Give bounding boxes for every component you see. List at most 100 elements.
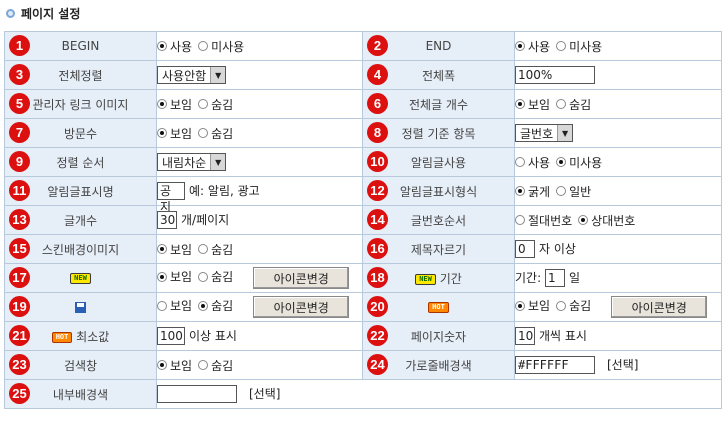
setting-value-cell: 공지 예: 알림, 광고 bbox=[156, 176, 363, 214]
radio-option-2[interactable]: 숨김 bbox=[198, 268, 233, 285]
radio-option-1[interactable]: 절대번호 bbox=[515, 212, 572, 229]
radio-option-2[interactable]: 숨김 bbox=[198, 297, 233, 314]
radio-label: 숨김 bbox=[211, 270, 234, 284]
settings-table: 1 BEGIN 사용 미사용 2 END 사용 미사용 3 전체정렬 사용안함 ▼ 4 전체폭 100% 5 관… bbox=[4, 31, 722, 409]
change-icon-button[interactable]: 아이콘변경 bbox=[611, 296, 708, 318]
setting-number-badge: 20 bbox=[367, 296, 388, 317]
radio-button[interactable] bbox=[198, 99, 209, 109]
change-icon-button[interactable]: 아이콘변경 bbox=[253, 267, 350, 289]
radio-option-2[interactable]: 일반 bbox=[556, 183, 591, 200]
radio-option-2[interactable]: 숨김 bbox=[556, 96, 591, 113]
setting-label-cell: 22 페이지숫자 bbox=[362, 321, 515, 351]
setting-label-cell: 12 알림글표시형식 bbox=[362, 176, 515, 206]
text-input[interactable]: 100 bbox=[157, 327, 185, 346]
radio-button[interactable] bbox=[556, 99, 567, 109]
radio-option-2[interactable]: 미사용 bbox=[556, 38, 602, 55]
radio-label: 미사용 bbox=[569, 39, 603, 54]
settings-row: 5 관리자 링크 이미지 보임 숨김 6 전체글 개수 보임 숨김 bbox=[4, 89, 722, 119]
radio-option-1[interactable]: 보임 bbox=[157, 125, 192, 142]
setting-label-cell: 2 END bbox=[362, 31, 515, 61]
radio-button[interactable] bbox=[157, 244, 167, 254]
setting-label: 정렬 순서 bbox=[56, 155, 105, 170]
setting-value-cell: 사용 미사용 bbox=[514, 31, 722, 61]
radio-option-2[interactable]: 숨김 bbox=[198, 125, 233, 142]
chevron-down-icon[interactable]: ▼ bbox=[210, 67, 226, 83]
radio-option-1[interactable]: 보임 bbox=[157, 96, 192, 113]
radio-button[interactable] bbox=[515, 99, 525, 109]
text-input[interactable]: 100% bbox=[515, 66, 595, 84]
text-input[interactable]: 1 bbox=[544, 269, 565, 288]
chevron-down-icon[interactable]: ▼ bbox=[210, 154, 226, 170]
radio-button[interactable] bbox=[157, 41, 167, 51]
radio-option-2[interactable]: 숨김 bbox=[556, 297, 591, 314]
radio-option-1[interactable]: 보임 bbox=[157, 357, 192, 374]
dropdown-select[interactable]: 글번호 ▼ bbox=[515, 124, 574, 142]
radio-button[interactable] bbox=[198, 360, 209, 370]
radio-button[interactable] bbox=[157, 271, 167, 282]
setting-label: 제목자르기 bbox=[410, 242, 467, 257]
radio-button[interactable] bbox=[198, 300, 209, 311]
radio-button[interactable] bbox=[578, 215, 589, 225]
radio-option-2[interactable]: 미사용 bbox=[556, 154, 602, 171]
radio-button[interactable] bbox=[157, 99, 167, 109]
radio-button[interactable] bbox=[157, 128, 167, 138]
settings-row: 19 보임 숨김 아이콘변경 20 HOT 보임 숨김 아이콘변경 bbox=[4, 292, 722, 322]
radio-option-2[interactable]: 숨김 bbox=[198, 241, 233, 258]
radio-button[interactable] bbox=[556, 300, 567, 311]
setting-label: 정렬 기준 항목 bbox=[401, 126, 476, 141]
text-input[interactable]: 공지 bbox=[157, 182, 185, 214]
setting-number-badge: 22 bbox=[367, 325, 388, 346]
setting-label: 글개수 bbox=[63, 213, 98, 228]
radio-option-1[interactable]: 보임 bbox=[157, 297, 192, 314]
radio-option-2[interactable]: 미사용 bbox=[198, 38, 244, 55]
text-input[interactable]: #FFFFFF bbox=[515, 356, 595, 375]
radio-button[interactable] bbox=[198, 128, 209, 138]
radio-button[interactable] bbox=[556, 41, 567, 51]
radio-option-1[interactable]: 사용 bbox=[157, 38, 192, 55]
radio-button[interactable] bbox=[515, 186, 525, 196]
radio-option-1[interactable]: 보임 bbox=[157, 268, 192, 285]
text-input[interactable]: 30 bbox=[157, 211, 177, 230]
radio-button[interactable] bbox=[198, 244, 209, 254]
setting-number-badge: 17 bbox=[9, 267, 30, 288]
radio-button[interactable] bbox=[556, 186, 567, 196]
radio-button[interactable] bbox=[515, 300, 525, 311]
setting-value-cell: 보임 숨김 bbox=[156, 234, 363, 264]
setting-label-cell: 15 스킨배경이미지 bbox=[4, 234, 157, 264]
setting-value-cell: 10 개씩 표시 bbox=[514, 321, 722, 351]
text-input[interactable]: 0 bbox=[515, 240, 535, 259]
radio-label: 굵게 bbox=[528, 184, 551, 199]
radio-option-2[interactable]: 숨김 bbox=[198, 357, 233, 374]
radio-button[interactable] bbox=[556, 157, 567, 167]
radio-label: 일반 bbox=[569, 184, 592, 199]
radio-button[interactable] bbox=[198, 41, 209, 51]
setting-number-badge: 18 bbox=[367, 267, 388, 288]
radio-option-1[interactable]: 사용 bbox=[515, 154, 550, 171]
radio-button[interactable] bbox=[515, 215, 525, 225]
radio-option-1[interactable]: 보임 bbox=[157, 241, 192, 258]
radio-option-2[interactable]: 숨김 bbox=[198, 96, 233, 113]
chevron-down-icon[interactable]: ▼ bbox=[557, 125, 573, 141]
input-suffix-label: [선택] bbox=[249, 386, 281, 401]
setting-number-badge: 5 bbox=[9, 93, 30, 114]
radio-option-1[interactable]: 보임 bbox=[515, 297, 550, 314]
radio-button[interactable] bbox=[157, 360, 167, 370]
text-input[interactable] bbox=[157, 385, 237, 404]
dropdown-select[interactable]: 사용안함 ▼ bbox=[157, 66, 227, 84]
setting-number-badge: 25 bbox=[9, 383, 30, 404]
radio-option-2[interactable]: 상대번호 bbox=[578, 212, 635, 229]
dropdown-select[interactable]: 내림차순 ▼ bbox=[157, 153, 227, 171]
setting-number-badge: 12 bbox=[367, 180, 388, 201]
radio-button[interactable] bbox=[157, 300, 167, 311]
radio-option-1[interactable]: 굵게 bbox=[515, 183, 550, 200]
text-input[interactable]: 10 bbox=[515, 327, 535, 346]
radio-button[interactable] bbox=[515, 157, 525, 167]
radio-option-1[interactable]: 보임 bbox=[515, 96, 550, 113]
radio-label: 숨김 bbox=[211, 97, 234, 112]
radio-option-1[interactable]: 사용 bbox=[515, 38, 550, 55]
input-suffix-label: 자 이상 bbox=[539, 241, 576, 256]
change-icon-button[interactable]: 아이콘변경 bbox=[253, 296, 350, 318]
radio-button[interactable] bbox=[198, 271, 209, 282]
radio-label: 상대번호 bbox=[591, 213, 636, 228]
radio-button[interactable] bbox=[515, 41, 525, 51]
